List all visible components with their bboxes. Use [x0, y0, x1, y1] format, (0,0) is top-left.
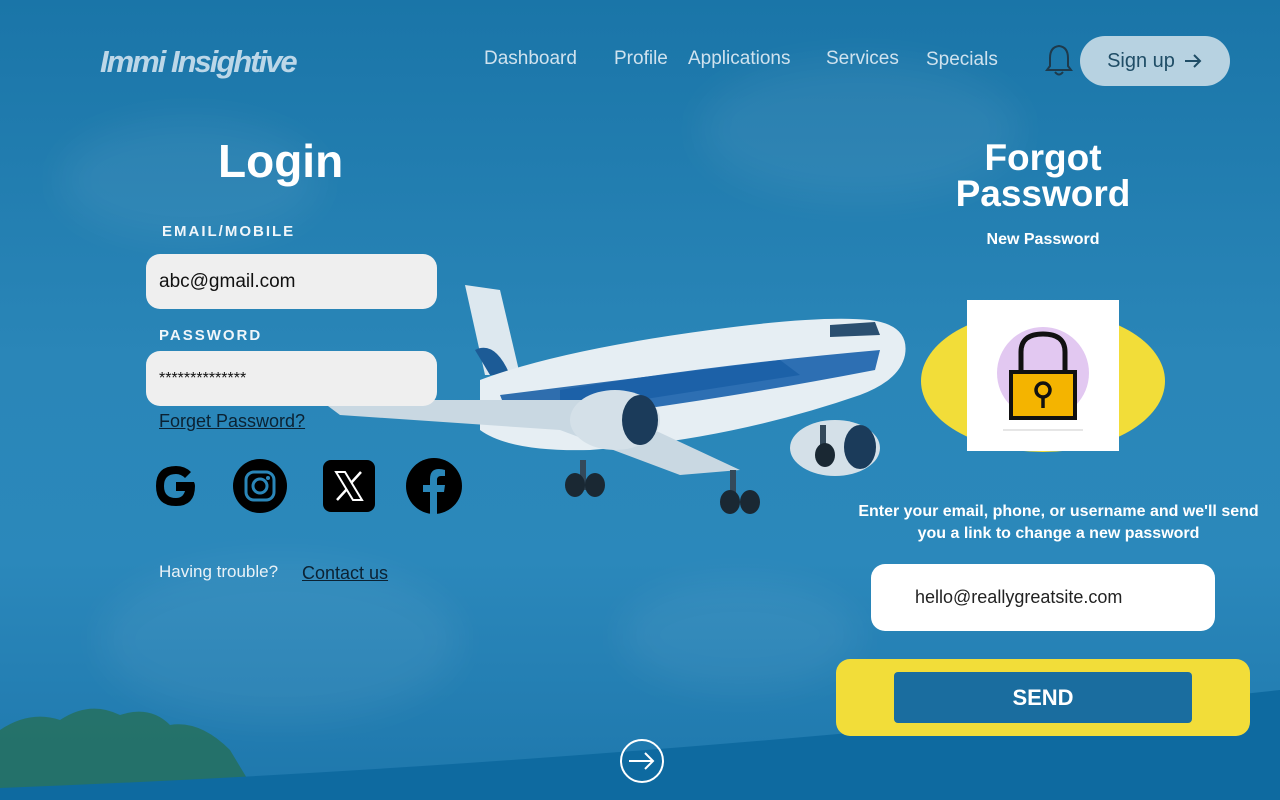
- arrow-circle-right-icon[interactable]: [619, 738, 665, 784]
- email-label: EMAIL/MOBILE: [162, 223, 296, 240]
- lock-card: [967, 300, 1119, 451]
- password-field[interactable]: **************: [146, 351, 437, 406]
- forgot-title-line2: Password: [955, 173, 1131, 214]
- forgot-title-line1: Forgot: [984, 137, 1102, 178]
- arrow-right-icon: [1184, 54, 1202, 68]
- google-icon[interactable]: [148, 458, 204, 514]
- forgot-password-title: Forgot Password: [925, 137, 1161, 214]
- nav-services[interactable]: Services: [826, 48, 899, 70]
- nav-profile[interactable]: Profile: [614, 48, 668, 70]
- nav-specials[interactable]: Specials: [926, 49, 998, 71]
- logo[interactable]: Immi Insightive: [100, 44, 298, 80]
- email-field[interactable]: abc@gmail.com: [146, 254, 437, 309]
- new-password-subtitle: New Password: [986, 231, 1100, 248]
- trouble-text: Having trouble?: [159, 562, 279, 581]
- instagram-icon[interactable]: [232, 458, 288, 514]
- forget-password-link[interactable]: Forget Password?: [159, 411, 305, 432]
- signup-button[interactable]: Sign up: [1080, 36, 1230, 86]
- login-title: Login: [218, 135, 344, 187]
- send-button[interactable]: SEND: [894, 672, 1192, 723]
- nav-applications[interactable]: Applications: [688, 48, 790, 70]
- password-label: PASSWORD: [159, 327, 263, 344]
- send-button-frame: SEND: [836, 659, 1250, 736]
- signup-label: Sign up: [1107, 49, 1175, 72]
- contact-us-link[interactable]: Contact us: [302, 563, 388, 584]
- forgot-description: Enter your email, phone, or username and…: [858, 503, 1259, 542]
- x-icon[interactable]: [321, 458, 377, 514]
- bell-icon[interactable]: [1044, 43, 1074, 77]
- reset-email-field[interactable]: hello@reallygreatsite.com: [871, 564, 1215, 631]
- nav-dashboard[interactable]: Dashboard: [484, 48, 577, 70]
- lock-icon: [997, 327, 1089, 431]
- facebook-icon[interactable]: [406, 458, 462, 514]
